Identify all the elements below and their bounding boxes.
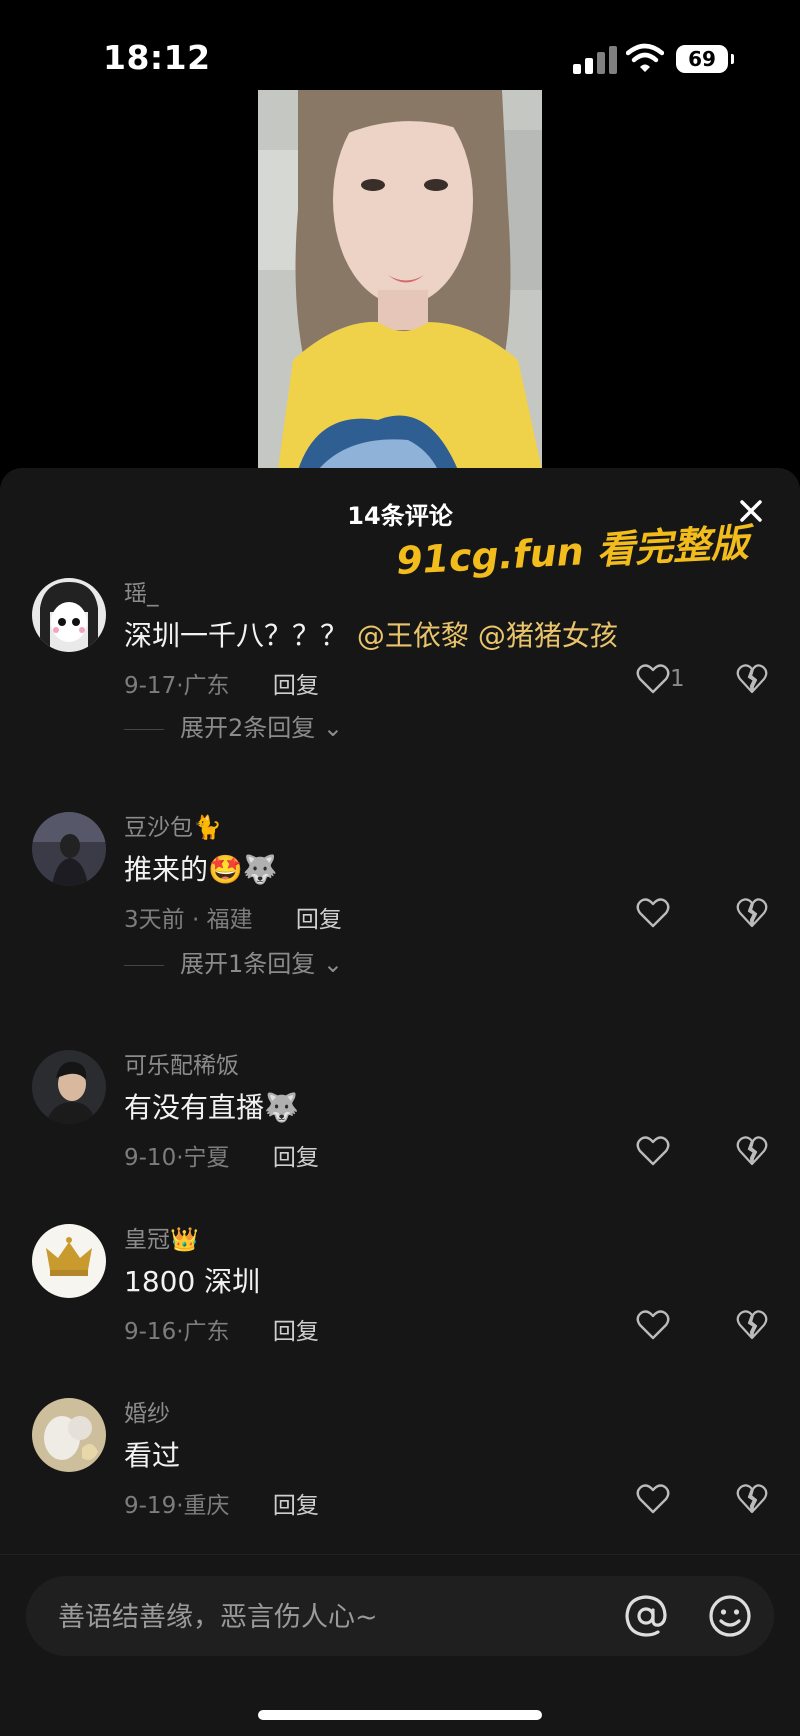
comment-text: 深圳一千八？？？ @王依黎 @猪猪女孩 (124, 614, 618, 654)
expand-line (124, 964, 164, 966)
expand-replies-button[interactable]: 展开1条回复 ⌄ (124, 944, 343, 979)
signal-icon (573, 44, 617, 74)
comment-username[interactable]: 婚纱 (124, 1394, 170, 1428)
avatar[interactable] (32, 1398, 106, 1472)
expand-replies-label: 展开1条回复 (180, 950, 316, 978)
status-time: 18:12 (103, 38, 211, 77)
reply-button[interactable]: 回复 (273, 673, 319, 699)
chevron-down-icon: ⌄ (315, 714, 344, 742)
heart-outline-icon[interactable] (636, 1484, 670, 1514)
meta-separator: · (176, 673, 184, 699)
comment-text: 1800 深圳 (124, 1265, 261, 1298)
comment-username[interactable]: 豆沙包🐈 (124, 808, 222, 842)
comment-body: 深圳一千八？？？ (124, 619, 349, 652)
comment-date: 9-10 (124, 1145, 177, 1171)
expand-replies-button[interactable]: 展开2条回复 ⌄ (124, 708, 343, 743)
comment-input[interactable] (56, 1576, 620, 1658)
reply-button[interactable]: 回复 (273, 1145, 319, 1171)
reply-button[interactable]: 回复 (273, 1493, 319, 1519)
comment-location: 重庆 (183, 1493, 230, 1519)
comment-item: 皇冠👑 1800 深圳 9-16·广东 回复 (0, 1220, 800, 1345)
comment-item: 豆沙包🐈 推来的🤩🐺 3天前 · 福建 回复 (0, 808, 800, 933)
comment-text: 有没有直播🐺 (124, 1091, 299, 1124)
broken-heart-icon[interactable] (736, 1136, 768, 1166)
comment-location: 广东 (183, 673, 230, 699)
comment-date: 9-19 (124, 1493, 177, 1519)
comment-item: 婚纱 看过 9-19·重庆 回复 (0, 1394, 800, 1519)
broken-heart-icon[interactable] (736, 664, 768, 694)
broken-heart-icon[interactable] (736, 898, 768, 928)
broken-heart-icon[interactable] (736, 1484, 768, 1514)
wifi-icon (626, 43, 664, 72)
comment-text: 看过 (124, 1439, 181, 1472)
meta-separator: · (176, 1493, 184, 1519)
chevron-down-icon: ⌄ (315, 950, 344, 978)
heart-outline-icon[interactable] (636, 664, 670, 694)
comment-meta: 9-19·重庆 回复 (124, 1486, 319, 1520)
heart-outline-icon[interactable] (636, 898, 670, 928)
reply-button[interactable]: 回复 (296, 907, 342, 933)
comment-meta: 9-17·广东 回复 (124, 666, 319, 700)
comment-meta: 9-10·宁夏 回复 (124, 1138, 319, 1172)
comment-meta: 9-16·广东 回复 (124, 1312, 319, 1346)
comment-username[interactable]: 可乐配稀饭 (124, 1046, 239, 1080)
heart-outline-icon[interactable] (636, 1136, 670, 1166)
battery-indicator: 69 (676, 45, 734, 73)
comment-username[interactable]: 皇冠👑 (124, 1220, 199, 1254)
avatar[interactable] (32, 578, 106, 652)
at-icon[interactable] (622, 1592, 670, 1640)
comment-input-bar (26, 1576, 774, 1658)
input-divider (0, 1554, 800, 1555)
comment-location: 福建 (206, 907, 253, 933)
avatar[interactable] (32, 1224, 106, 1298)
smiley-icon[interactable] (706, 1592, 754, 1640)
comment-date: 9-17 (124, 673, 177, 699)
comments-sheet: 14条评论 91cg.fun 看完整版 瑶_ 深圳一千八？？？ @王依黎 @猪猪… (0, 468, 800, 1736)
meta-separator: · (176, 1145, 184, 1171)
meta-separator: · (184, 907, 207, 933)
expand-line (124, 728, 164, 730)
comment-meta: 3天前 · 福建 回复 (124, 900, 342, 934)
comment-location: 广东 (183, 1319, 230, 1345)
avatar[interactable] (32, 1050, 106, 1124)
video-player[interactable] (258, 90, 542, 470)
like-count: 1 (670, 666, 685, 692)
expand-replies-label: 展开2条回复 (180, 714, 316, 742)
comment-username[interactable]: 瑶_ (124, 574, 159, 608)
comment-mentions[interactable]: @王依黎 @猪猪女孩 (357, 619, 618, 652)
comment-location: 宁夏 (183, 1145, 230, 1171)
heart-outline-icon[interactable] (636, 1310, 670, 1340)
home-indicator (258, 1710, 542, 1720)
meta-separator: · (176, 1319, 184, 1345)
avatar[interactable] (32, 812, 106, 886)
comment-text: 推来的🤩🐺 (124, 853, 278, 886)
broken-heart-icon[interactable] (736, 1310, 768, 1340)
comment-date: 3天前 (124, 907, 185, 933)
reply-button[interactable]: 回复 (273, 1319, 319, 1345)
video-frame (258, 90, 542, 470)
comment-item: 可乐配稀饭 有没有直播🐺 9-10·宁夏 回复 (0, 1046, 800, 1171)
comment-date: 9-16 (124, 1319, 177, 1345)
comment-item: 瑶_ 深圳一千八？？？ @王依黎 @猪猪女孩 9-17·广东 回复 1 (0, 574, 800, 699)
